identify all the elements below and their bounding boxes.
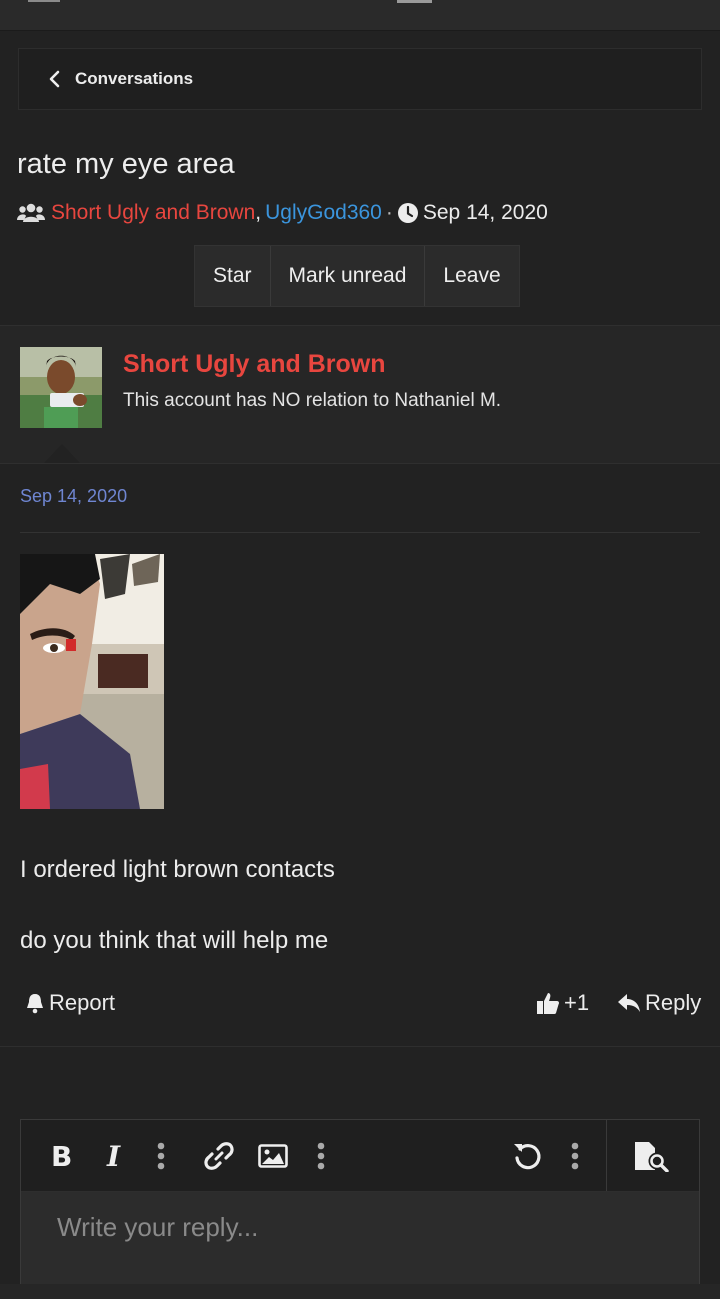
reply-icon <box>618 994 640 1012</box>
chevron-left-icon <box>49 70 60 88</box>
breadcrumb[interactable]: Conversations <box>18 48 702 110</box>
report-button[interactable]: Report <box>25 990 115 1016</box>
user-avatar[interactable] <box>397 0 432 3</box>
post-date[interactable]: Sep 14, 2020 <box>20 486 127 507</box>
like-button[interactable]: +1 <box>536 990 589 1016</box>
undo-icon[interactable] <box>509 1138 545 1174</box>
like-count[interactable]: +1 <box>564 990 589 1016</box>
top-navigation-bar <box>0 0 720 31</box>
reply-editor: B I Write your reply... <box>20 1119 700 1299</box>
conversation-meta: Short Ugly and Brown , UglyGod360 · Sep … <box>17 199 548 227</box>
conversation-actions: Star Mark unread Leave <box>194 245 520 307</box>
svg-text:I: I <box>106 1142 121 1170</box>
svg-text:B: B <box>51 1142 72 1170</box>
participant-link[interactable]: Short Ugly and Brown <box>51 201 255 225</box>
page-title: rate my eye area <box>17 148 235 180</box>
more-options-icon[interactable] <box>303 1138 339 1174</box>
participant-link[interactable]: UglyGod360 <box>265 201 382 225</box>
users-icon <box>17 203 45 222</box>
clock-icon <box>397 203 418 223</box>
bell-icon <box>27 994 43 1014</box>
report-label[interactable]: Report <box>49 990 115 1016</box>
divider <box>20 532 700 533</box>
post-attachment-image[interactable] <box>20 554 164 809</box>
author-user-title: This account has NO relation to Nathanie… <box>123 390 502 411</box>
post-author-header: Short Ugly and Brown This account has NO… <box>0 325 720 464</box>
menu-icon[interactable] <box>28 0 60 2</box>
leave-button[interactable]: Leave <box>425 246 519 306</box>
post-body-line: do you think that will help me <box>20 927 329 954</box>
author-name[interactable]: Short Ugly and Brown <box>123 350 386 379</box>
reply-placeholder: Write your reply... <box>57 1212 259 1242</box>
bold-icon[interactable]: B <box>43 1138 79 1174</box>
italic-icon[interactable]: I <box>97 1138 133 1174</box>
bottom-bar <box>0 1284 720 1299</box>
more-options-icon[interactable] <box>557 1138 593 1174</box>
star-button[interactable]: Star <box>195 246 271 306</box>
more-options-icon[interactable] <box>143 1138 179 1174</box>
image-icon[interactable] <box>255 1138 291 1174</box>
divider <box>0 1046 720 1047</box>
author-avatar[interactable] <box>20 347 102 428</box>
thumbs-up-icon <box>537 993 559 1014</box>
preview-icon[interactable] <box>633 1138 669 1174</box>
breadcrumb-label[interactable]: Conversations <box>75 69 193 89</box>
toolbar-separator <box>606 1120 607 1191</box>
message-pointer <box>44 444 80 463</box>
mark-unread-button[interactable]: Mark unread <box>270 246 426 306</box>
reply-button[interactable]: Reply <box>617 990 701 1016</box>
link-icon[interactable] <box>201 1138 237 1174</box>
meta-dot: · <box>385 201 393 224</box>
conversation-date: Sep 14, 2020 <box>422 201 548 224</box>
reply-label[interactable]: Reply <box>645 990 701 1016</box>
editor-toolbar: B I <box>21 1120 699 1192</box>
reply-textarea[interactable]: Write your reply... <box>21 1192 699 1298</box>
participant-separator: , <box>255 201 262 224</box>
post-body-line: I ordered light brown contacts <box>20 856 335 883</box>
